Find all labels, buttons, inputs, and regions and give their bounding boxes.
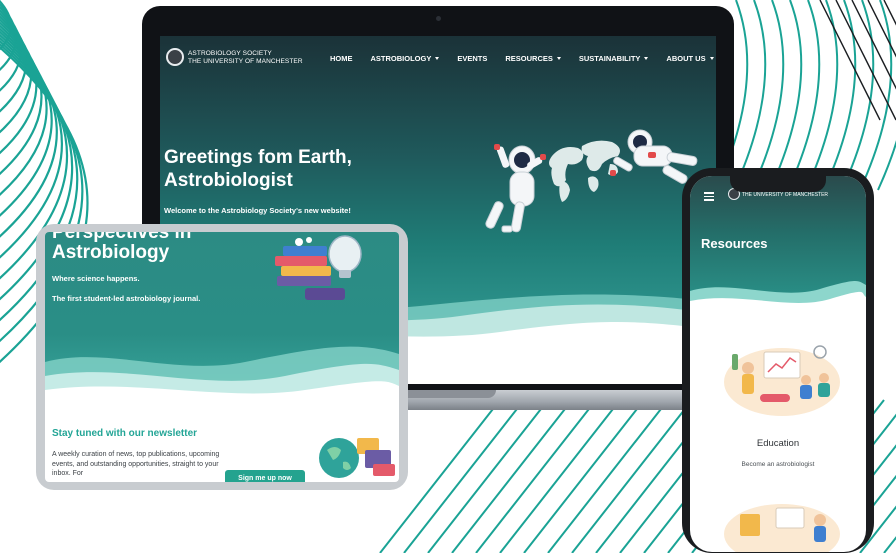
background-line — [523, 399, 645, 553]
nav-item-resources[interactable]: RESOURCES — [505, 54, 561, 63]
hero-title-line-1: Greetings fom Earth, — [164, 147, 352, 168]
hamburger-menu-icon[interactable] — [704, 192, 714, 203]
background-line — [769, 0, 803, 191]
background-line — [859, 0, 893, 191]
caret-down-icon — [709, 57, 714, 60]
globe-devices-illustration — [319, 438, 395, 478]
books-lightbulb-illustration — [275, 235, 362, 300]
background-line — [841, 0, 875, 191]
nav-item-astrobiology[interactable]: ASTROBIOLOGY — [371, 54, 440, 63]
phone-wave-decoration — [690, 281, 866, 321]
astronauts-globe-illustration — [485, 129, 698, 233]
background-line — [805, 0, 839, 191]
tablet-mockup: Perspectives in Astrobiology Where scien… — [36, 224, 408, 490]
background-line — [427, 399, 549, 553]
tablet-description: The first student-led astrobiology journ… — [52, 294, 201, 303]
caret-down-icon — [644, 57, 649, 60]
hero-title-line-2: Astrobiologist — [164, 170, 293, 191]
nav-item-label: ASTROBIOLOGY — [370, 54, 432, 63]
education-card-subtitle: Become an astrobiologist — [741, 461, 815, 468]
site-navigation: ASTROBIOLOGY SOCIETY THE UNIVERSITY OF M… — [160, 36, 716, 80]
newsletter-description: A weekly curation of news, top publicati… — [52, 451, 220, 477]
background-line — [0, 24, 53, 217]
phone-website-screen: THE UNIVERSITY OF MANCHESTER Resources E… — [690, 176, 866, 552]
phone-mockup: THE UNIVERSITY OF MANCHESTER Resources E… — [682, 168, 874, 553]
hero-title: Greetings fom Earth, Astrobiologist — [164, 146, 424, 192]
caret-down-icon — [556, 57, 561, 60]
background-line — [403, 399, 525, 553]
phone-logo-text[interactable]: THE UNIVERSITY OF MANCHESTER — [742, 192, 828, 198]
background-line — [499, 399, 621, 553]
background-line — [835, 0, 896, 121]
background-line — [571, 399, 693, 553]
tablet-title: Astrobiology — [52, 242, 170, 263]
astronaut-right-illustration — [610, 129, 698, 184]
astronaut-left-illustration — [485, 144, 546, 233]
logo-line-2: THE UNIVERSITY OF MANCHESTER — [188, 58, 303, 65]
site-logo-text[interactable]: ASTROBIOLOGY SOCIETY THE UNIVERSITY OF M… — [188, 50, 303, 66]
nav-item-label: ABOUT US — [666, 54, 706, 63]
university-seal-icon[interactable] — [166, 48, 184, 66]
hero-subtitle: Welcome to the Astrobiology Society's ne… — [164, 206, 351, 215]
background-line — [547, 399, 669, 553]
education-illustration[interactable] — [720, 334, 844, 418]
logo-line-1: ASTROBIOLOGY SOCIETY — [188, 50, 272, 57]
tablet-wave-decoration — [45, 346, 399, 412]
background-line — [751, 0, 785, 191]
education-card-title[interactable]: Education — [690, 438, 866, 449]
phone-page-title: Resources — [701, 236, 768, 251]
nav-item-label: SUSTAINABILITY — [578, 54, 641, 63]
nav-menu: HOME ASTROBIOLOGY EVENTS RESOURCES SUSTAINAB… — [330, 54, 716, 63]
caret-down-icon — [435, 57, 440, 60]
newsletter-signup-button[interactable]: Sign me up now — [225, 470, 305, 482]
laptop-camera — [436, 16, 441, 21]
workspace-illustration — [724, 504, 840, 552]
nav-item-label: EVENTS — [457, 54, 488, 63]
nav-item-sustainability[interactable]: SUSTAINABILITY — [579, 54, 649, 63]
background-line — [451, 399, 573, 553]
nav-item-events[interactable]: EVENTS — [457, 54, 487, 63]
nav-item-home[interactable]: HOME — [330, 54, 353, 63]
nav-item-label: RESOURCES — [505, 54, 553, 63]
tablet-website-screen: Perspectives in Astrobiology Where scien… — [45, 232, 399, 482]
nav-item-label: HOME — [330, 54, 353, 63]
newsletter-title: Stay tuned with our newsletter — [52, 428, 198, 439]
background-line — [733, 0, 767, 191]
background-line — [787, 0, 821, 191]
tablet-tagline: Where science happens. — [52, 274, 140, 283]
background-line — [475, 399, 597, 553]
world-map-icon — [549, 140, 620, 202]
nav-item-about-us[interactable]: ABOUT US — [666, 54, 714, 63]
phone-notch — [730, 176, 826, 192]
